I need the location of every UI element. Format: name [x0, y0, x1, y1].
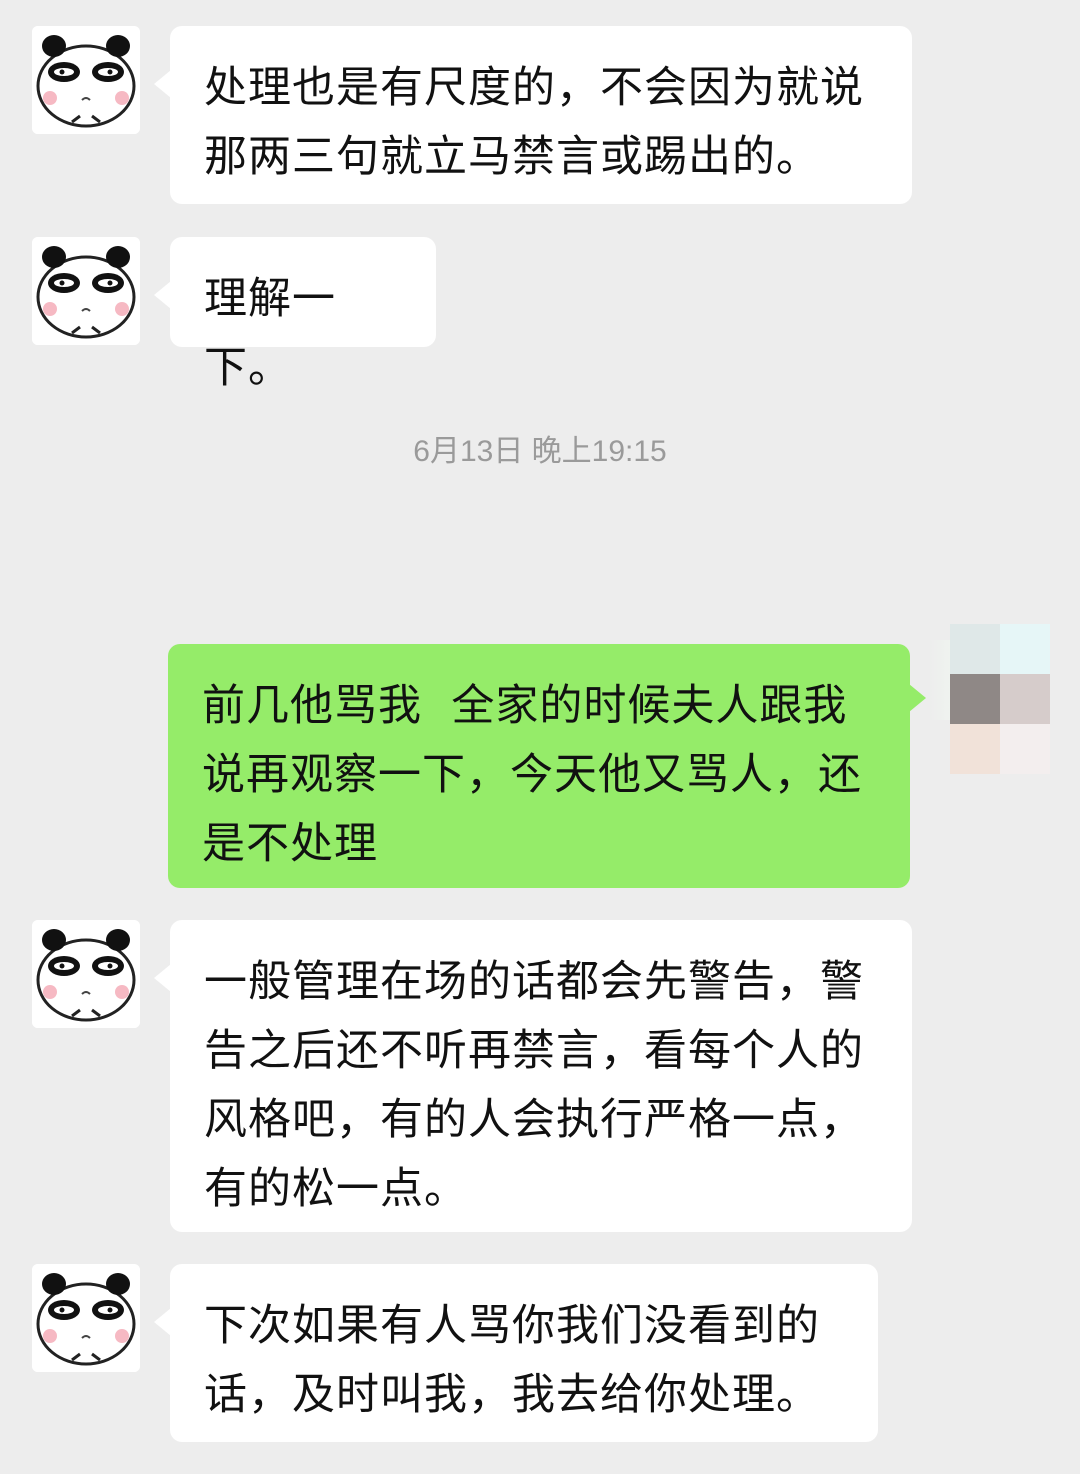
mosaic-tile [950, 724, 1000, 774]
avatar-shadow [928, 640, 952, 720]
panda-face-icon [32, 1264, 140, 1372]
message-bubble-outgoing[interactable]: 前几他骂我 全家的时候夫人跟我 说再观察一下，今天他又骂人，还 是不处理 [168, 644, 926, 888]
message-bubble-incoming[interactable]: 处理也是有尺度的，不会因为就说 那两三句就立马禁言或踢出的。 [154, 26, 912, 204]
mosaic-tile [950, 624, 1000, 674]
message-bubble-incoming[interactable]: 一般管理在场的话都会先警告，警 告之后还不听再禁言，看每个人的 风格吧，有的人会… [154, 920, 912, 1232]
message-bubble-incoming[interactable]: 理解一下。 [154, 237, 436, 393]
contact-avatar[interactable] [32, 920, 140, 1028]
contact-avatar[interactable] [32, 1264, 140, 1372]
mosaic-tile [1000, 624, 1050, 674]
panda-face-icon [32, 237, 140, 345]
contact-avatar[interactable] [32, 237, 140, 345]
mosaic-tile [1000, 674, 1050, 724]
panda-face-icon [32, 26, 140, 134]
mosaic-tile [950, 674, 1000, 724]
contact-avatar[interactable] [32, 26, 140, 134]
mosaic-tile [1000, 724, 1050, 774]
chat-timestamp: 6月13日 晚上19:15 [413, 435, 667, 468]
my-avatar-mosaic[interactable] [950, 624, 1050, 774]
panda-face-icon [32, 920, 140, 1028]
message-bubble-incoming[interactable]: 下次如果有人骂你我们没看到的 话，及时叫我，我去给你处理。 [154, 1264, 878, 1442]
